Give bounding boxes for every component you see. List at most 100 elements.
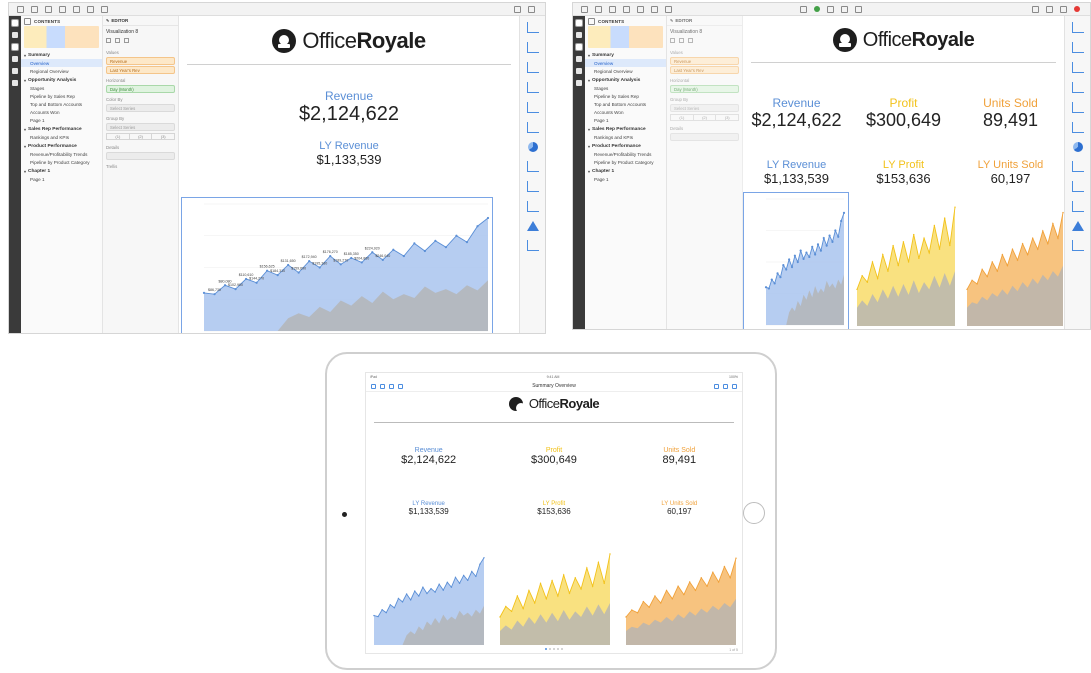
tree-section[interactable]: ▾ Summary — [21, 50, 102, 59]
group-pill[interactable]: Select Series — [106, 123, 175, 131]
back-icon[interactable] — [581, 5, 588, 13]
kpi-units[interactable]: Units Sold 89,491 — [957, 96, 1064, 131]
bar-viz-icon[interactable] — [526, 42, 539, 53]
comment-icon[interactable] — [723, 383, 728, 389]
chevron-down-icon[interactable]: ▾ — [24, 169, 26, 174]
pyramid-viz-icon[interactable] — [526, 221, 539, 231]
share-icon[interactable] — [101, 5, 108, 13]
column-viz-icon[interactable] — [526, 62, 539, 73]
tree-item[interactable]: Revenue/Profitability Trends — [21, 150, 102, 158]
layout-icon[interactable] — [73, 5, 80, 13]
visualization-name[interactable]: Visualization 8 — [667, 26, 742, 38]
tree-section[interactable]: ▾ Product Performance — [21, 141, 102, 150]
kpi-ly-revenue[interactable]: LY Revenue $1,133,539 — [743, 159, 850, 186]
sort-icon[interactable] — [106, 38, 111, 43]
chevron-down-icon[interactable]: ▾ — [588, 169, 590, 174]
kpi-ly-profit[interactable]: LY Profit $153,636 — [850, 159, 957, 186]
tree-item[interactable]: Pipeline by Sales Rep — [585, 92, 666, 100]
share-icon[interactable] — [665, 5, 672, 13]
format-icon[interactable] — [679, 38, 684, 43]
comment-icon[interactable] — [1032, 5, 1039, 13]
image-icon[interactable] — [814, 5, 820, 12]
chapter-thumbnails[interactable] — [24, 26, 99, 48]
bubble-viz-icon[interactable] — [526, 181, 539, 192]
pyramid-viz-icon[interactable] — [1071, 221, 1084, 231]
group-segment[interactable]: (1) (2) (3) — [106, 133, 175, 140]
chevron-down-icon[interactable]: ▾ — [588, 144, 590, 149]
text-icon[interactable] — [576, 56, 582, 62]
bar-viz-icon[interactable] — [1071, 42, 1084, 53]
share-icon[interactable] — [732, 383, 737, 389]
layout-icon[interactable] — [637, 5, 644, 13]
segment-option[interactable]: (3) — [716, 115, 738, 120]
grid-icon[interactable] — [855, 5, 862, 13]
filter-icon[interactable] — [124, 38, 129, 43]
save-icon[interactable] — [609, 5, 616, 13]
chevron-down-icon[interactable]: ▾ — [24, 53, 26, 58]
comment-icon[interactable] — [514, 5, 521, 13]
contents-icon[interactable] — [12, 20, 18, 26]
page-dot[interactable] — [545, 648, 547, 650]
chevron-down-icon[interactable]: ▾ — [588, 53, 590, 58]
tree-item[interactable]: Accounts Won — [585, 108, 666, 116]
segment-option[interactable]: (3) — [152, 134, 174, 139]
visualization-name[interactable]: Visualization 8 — [103, 26, 178, 38]
filter-icon[interactable] — [714, 383, 719, 389]
data-icon[interactable] — [12, 32, 18, 38]
tree-section[interactable]: ▾ Summary — [585, 50, 666, 59]
chevron-down-icon[interactable]: ▾ — [588, 127, 590, 132]
combo-viz-icon[interactable] — [1071, 161, 1084, 172]
kpi-units[interactable]: Units Sold 89,491 — [617, 447, 742, 466]
chevron-down-icon[interactable]: ▾ — [24, 144, 26, 149]
tree-section[interactable]: ▾ Sales Rep Performance — [21, 124, 102, 133]
chart-icon[interactable] — [12, 80, 18, 86]
pie-viz-icon[interactable] — [527, 142, 538, 152]
tree-item[interactable]: Page 1 — [585, 116, 666, 124]
tree-item[interactable]: Pipeline by Product Category — [21, 158, 102, 166]
forward-icon[interactable] — [31, 5, 38, 13]
kpi-ly-units[interactable]: LY Units Sold 60,197 — [957, 159, 1064, 186]
kpi-revenue[interactable]: Revenue $2,124,622 — [743, 96, 850, 131]
histogram-viz-icon[interactable] — [526, 240, 539, 251]
chapter-thumbnails[interactable] — [588, 26, 663, 48]
combo-viz-icon[interactable] — [526, 161, 539, 172]
save-icon[interactable] — [45, 5, 52, 13]
tree-item[interactable]: Stages — [21, 84, 102, 92]
units-area-chart[interactable] — [963, 192, 1067, 329]
refresh-icon[interactable] — [398, 383, 403, 389]
kpi-ly-profit[interactable]: LY Profit $153,636 — [491, 501, 616, 516]
back-icon[interactable] — [17, 5, 24, 13]
revenue-area-chart[interactable] — [743, 192, 849, 329]
back-icon[interactable] — [371, 383, 376, 389]
details-pill[interactable] — [670, 133, 739, 141]
area-viz-icon[interactable] — [1071, 102, 1084, 113]
data-icon[interactable] — [576, 32, 582, 38]
kpi-revenue[interactable]: Revenue $2,124,622 — [179, 89, 519, 126]
kpi-profit[interactable]: Profit $300,649 — [491, 447, 616, 466]
forward-icon[interactable] — [595, 5, 602, 13]
tree-item[interactable]: Overview — [21, 59, 102, 67]
format-icon[interactable] — [115, 38, 120, 43]
tree-section[interactable]: ▾ Chapter 1 — [21, 166, 102, 175]
home-button[interactable] — [743, 502, 765, 524]
tree-item[interactable]: Top and Bottom Accounts — [21, 100, 102, 108]
present-icon[interactable] — [528, 5, 535, 13]
revenue-area-chart[interactable]: $86,730 $80,080 $102,900 $110,610 $144,270 $1… — [181, 197, 493, 333]
chart-icon[interactable] — [576, 80, 582, 86]
histogram-viz-icon[interactable] — [1071, 240, 1084, 251]
units-area-chart[interactable] — [622, 541, 740, 649]
sort-icon[interactable] — [670, 38, 675, 43]
chevron-down-icon[interactable]: ▾ — [24, 78, 26, 83]
filter-icon[interactable] — [651, 5, 658, 13]
table-viz-icon[interactable] — [526, 22, 539, 33]
filter-icon[interactable] — [87, 5, 94, 13]
link-icon[interactable] — [800, 5, 807, 13]
refresh-icon[interactable] — [59, 5, 66, 13]
horizontal-pill[interactable]: Day (Month) — [106, 85, 175, 93]
scatter-viz-icon[interactable] — [526, 122, 539, 133]
page-indicator[interactable] — [366, 648, 742, 650]
settings-icon[interactable] — [576, 68, 582, 74]
segment-option[interactable]: (2) — [130, 134, 153, 139]
network-viz-icon[interactable] — [526, 201, 539, 212]
line-viz-icon[interactable] — [526, 82, 539, 93]
